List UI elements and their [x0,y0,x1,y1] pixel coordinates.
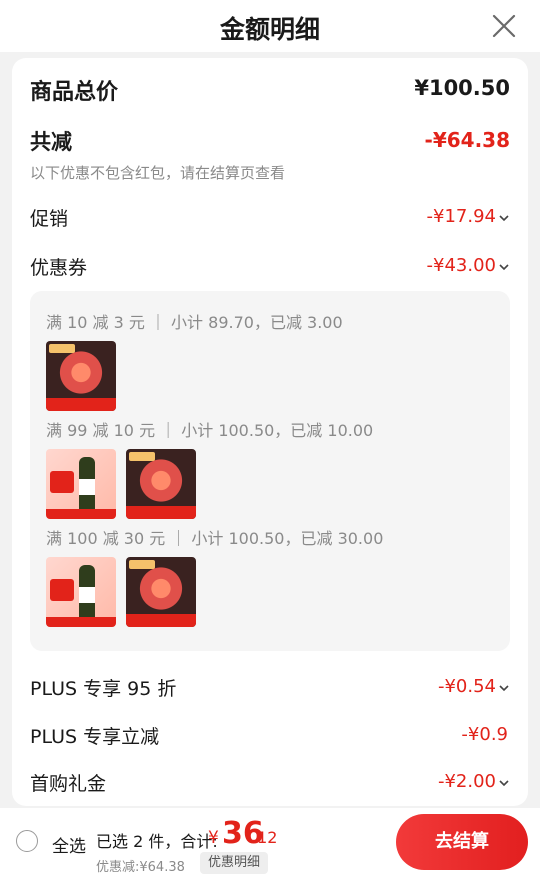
select-all-radio[interactable] [16,830,38,852]
checkout-bar: 全选 已选 2 件，合计: ¥ 36 .12 优惠减:¥64.38 优惠明细 去… [0,808,540,888]
tier-line: 满 100 减 30 元 ｜ 小计 100.50，已减 30.00 [46,529,384,548]
close-icon[interactable] [490,12,518,40]
total-value: ¥100.50 [414,76,510,100]
product-thumbnail-sausage[interactable] [126,449,196,519]
tier-line: 满 99 减 10 元 ｜ 小计 100.50，已减 10.00 [46,421,374,440]
coupon-label: 优惠券 [30,257,88,279]
first-gift-value[interactable]: -¥2.00 [438,771,496,792]
promo-label: 促销 [30,208,69,230]
product-thumbnail-sausage[interactable] [46,341,116,411]
sum-currency: ¥ [208,828,219,848]
product-thumbnail-sauce[interactable] [46,557,116,627]
coupon-tier-panel: 满 10 减 3 元 ｜ 小计 89.70，已减 3.00 满 99 减 10 … [30,291,510,651]
checkout-button[interactable]: 去结算 [396,814,528,870]
discount-summary: 优惠减:¥64.38 [96,860,185,875]
amount-detail-card: 商品总价 ¥100.50 共减 -¥64.38 以下优惠不包含红包，请在结算页查… [12,58,528,806]
discount-label: 共减 [30,130,72,154]
chevron-down-icon[interactable] [498,261,510,273]
selected-info: 已选 2 件，合计: [96,832,218,851]
first-gift-label: 首购礼金 [30,773,107,795]
plus95-value[interactable]: -¥0.54 [438,676,496,697]
discount-note: 以下优惠不包含红包，请在结算页查看 [30,164,286,182]
sum-decimal: .12 [252,828,278,847]
plus-instant-label: PLUS 专享立减 [30,726,160,748]
header: 金额明细 [0,0,540,52]
chevron-down-icon[interactable] [498,212,510,224]
plus-instant-value: -¥0.9 [461,724,508,745]
discount-value: -¥64.38 [424,128,510,152]
coupon-value[interactable]: -¥43.00 [427,255,496,276]
discount-detail-button[interactable]: 优惠明细 [200,852,269,874]
promo-value[interactable]: -¥17.94 [427,206,496,227]
page-title: 金额明细 [219,15,320,44]
chevron-down-icon[interactable] [498,682,510,694]
plus95-label: PLUS 专享 95 折 [30,678,177,700]
total-label: 商品总价 [30,80,119,105]
chevron-down-icon[interactable] [498,777,510,789]
product-thumbnail-sauce[interactable] [46,449,116,519]
product-thumbnail-sausage[interactable] [126,557,196,627]
tier-line: 满 10 减 3 元 ｜ 小计 89.70，已减 3.00 [46,313,343,332]
select-all-label[interactable]: 全选 [52,832,86,857]
